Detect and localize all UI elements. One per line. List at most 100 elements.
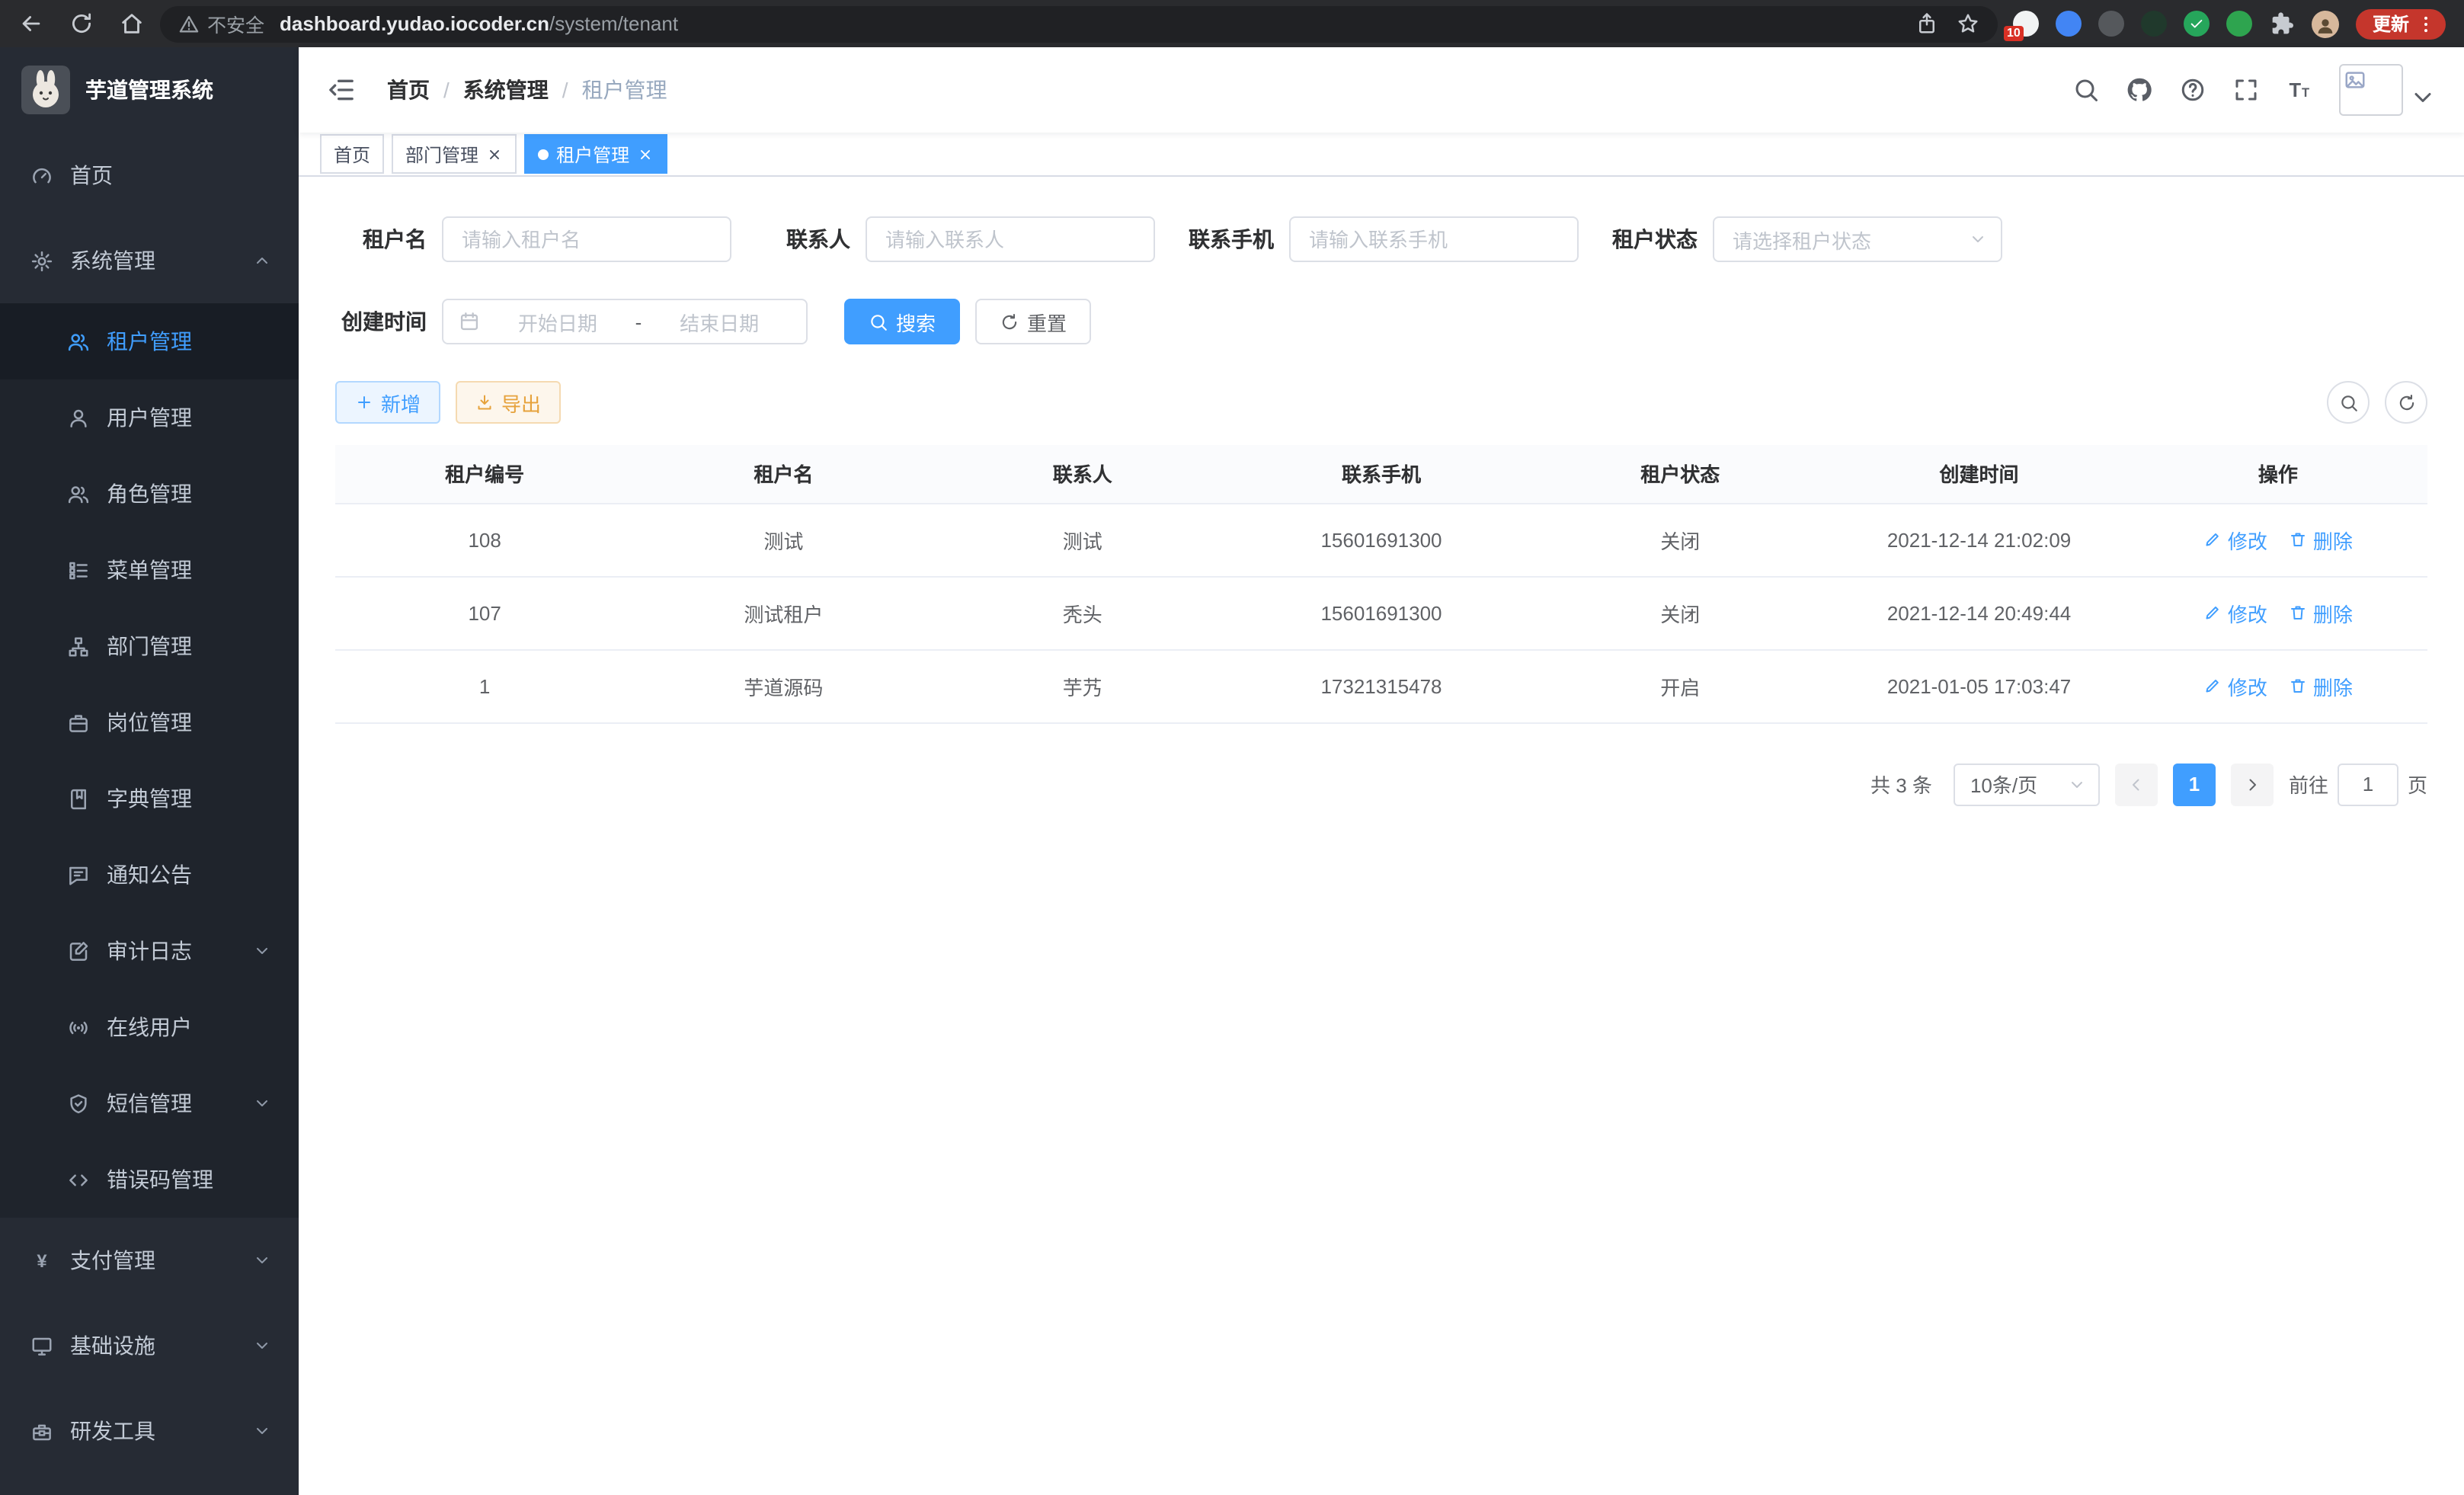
sidebar-item-system[interactable]: 系统管理 xyxy=(0,218,299,303)
github-icon[interactable] xyxy=(2126,76,2153,104)
font-size-icon[interactable]: TT xyxy=(2286,76,2313,104)
tab-close-icon[interactable] xyxy=(486,146,503,162)
delete-link[interactable]: 删除 xyxy=(2289,598,2353,627)
tab-dept[interactable]: 部门管理 xyxy=(392,134,517,174)
sidebar-item-post[interactable]: 岗位管理 xyxy=(0,684,299,760)
next-page-button[interactable] xyxy=(2231,763,2274,805)
help-icon[interactable] xyxy=(2179,76,2206,104)
extension-green-chat[interactable] xyxy=(2226,11,2252,37)
sidebar-item-online-user[interactable]: 在线用户 xyxy=(0,989,299,1065)
sidebar-item-dict[interactable]: 字典管理 xyxy=(0,760,299,837)
extension-green-check[interactable] xyxy=(2184,11,2210,37)
column-header: 租户状态 xyxy=(1531,445,1829,503)
sidebar-item-notice[interactable]: 通知公告 xyxy=(0,837,299,913)
status-label: 租户状态 xyxy=(1606,224,1698,255)
search-icon[interactable] xyxy=(2072,76,2100,104)
sidebar-item-label: 部门管理 xyxy=(107,631,192,661)
column-header: 租户编号 xyxy=(335,445,634,503)
sidebar-item-label: 菜单管理 xyxy=(107,555,192,585)
tenant-table: 租户编号 租户名 联系人 联系手机 租户状态 创建时间 操作 108测试测试15… xyxy=(335,445,2427,723)
address-bar[interactable]: 不安全 dashboard.yudao.iocoder.cn/system/te… xyxy=(160,5,1998,42)
phone-input[interactable] xyxy=(1289,216,1579,262)
extension-dark-globe[interactable] xyxy=(2098,11,2124,37)
table-tools xyxy=(2327,381,2427,424)
delete-link[interactable]: 删除 xyxy=(2289,525,2353,554)
delete-link[interactable]: 删除 xyxy=(2289,671,2353,700)
user-menu[interactable] xyxy=(2339,64,2437,116)
sidebar-item-tenant[interactable]: 租户管理 xyxy=(0,303,299,379)
sidebar-item-pay[interactable]: ¥支付管理 xyxy=(0,1218,299,1303)
download-icon xyxy=(475,393,494,411)
edit-link[interactable]: 修改 xyxy=(2203,525,2267,554)
menu-fold-icon[interactable] xyxy=(326,75,357,105)
tenant-name-input[interactable] xyxy=(442,216,731,262)
briefcase-icon xyxy=(67,711,90,734)
column-header: 联系人 xyxy=(933,445,1232,503)
reset-button[interactable]: 重置 xyxy=(975,299,1091,344)
sidebar-item-label: 错误码管理 xyxy=(107,1164,213,1195)
sidebar-item-sms[interactable]: 短信管理 xyxy=(0,1065,299,1141)
person-icon xyxy=(2315,15,2336,37)
url-host: dashboard.yudao.iocoder.cn xyxy=(280,12,549,35)
prev-page-button[interactable] xyxy=(2115,763,2158,805)
sidebar-item-role[interactable]: 角色管理 xyxy=(0,456,299,532)
home-icon[interactable] xyxy=(119,11,145,37)
sidebar-item-audit-log[interactable]: 审计日志 xyxy=(0,913,299,989)
browser-profile-avatar[interactable] xyxy=(2312,10,2339,37)
contact-input[interactable] xyxy=(866,216,1155,262)
sidebar-item-user[interactable]: 用户管理 xyxy=(0,379,299,456)
security-chip[interactable]: 不安全 xyxy=(178,9,264,38)
extension-blue[interactable] xyxy=(2056,11,2082,37)
bookmark-star-icon[interactable] xyxy=(1957,12,1979,35)
extension-dark-green[interactable] xyxy=(2141,11,2167,37)
filter-tenant-name: 租户名 xyxy=(335,216,731,262)
sidebar-item-label: 短信管理 xyxy=(107,1088,192,1119)
page-1-button[interactable]: 1 xyxy=(2173,763,2216,805)
search-button[interactable]: 搜索 xyxy=(844,299,960,344)
refresh-table-button[interactable] xyxy=(2385,381,2427,424)
back-icon[interactable] xyxy=(18,11,44,37)
filter-row-1: 租户名 联系人 联系手机 租户状态 请选择租户状态 xyxy=(335,216,2427,262)
fullscreen-icon[interactable] xyxy=(2232,76,2260,104)
share-icon[interactable] xyxy=(1915,12,1938,35)
tab-tenant[interactable]: 租户管理 xyxy=(524,134,667,174)
chevron-down-icon xyxy=(2409,84,2437,111)
tab-close-icon[interactable] xyxy=(637,146,654,162)
svg-text:T: T xyxy=(2290,80,2302,101)
edit-link[interactable]: 修改 xyxy=(2203,598,2267,627)
reload-icon[interactable] xyxy=(69,11,94,37)
sidebar-item-home[interactable]: 首页 xyxy=(0,133,299,218)
sidebar-item-infra[interactable]: 基础设施 xyxy=(0,1303,299,1388)
search-icon xyxy=(2338,392,2358,412)
sidebar-item-label: 角色管理 xyxy=(107,479,192,509)
user-avatar xyxy=(2339,64,2403,116)
tab-home[interactable]: 首页 xyxy=(320,134,384,174)
sidebar-item-label: 审计日志 xyxy=(107,936,192,966)
refresh-icon xyxy=(1000,312,1019,331)
edit-link[interactable]: 修改 xyxy=(2203,671,2267,700)
sidebar-item-devtools[interactable]: 研发工具 xyxy=(0,1388,299,1474)
page-size-select[interactable]: 10条/页 xyxy=(1954,763,2100,805)
add-button[interactable]: 新增 xyxy=(335,381,440,424)
reset-button-label: 重置 xyxy=(1027,307,1067,336)
edit-icon xyxy=(2203,603,2222,622)
sidebar-item-menu[interactable]: 菜单管理 xyxy=(0,532,299,608)
sidebar-item-error-code[interactable]: 错误码管理 xyxy=(0,1141,299,1218)
goto-page-input[interactable] xyxy=(2338,763,2398,805)
cell-created: 2021-12-14 20:49:44 xyxy=(1829,576,2128,649)
tenant-status-select[interactable]: 请选择租户状态 xyxy=(1713,216,2002,262)
sidebar-item-dept[interactable]: 部门管理 xyxy=(0,608,299,684)
add-button-label: 新增 xyxy=(381,388,421,417)
export-button[interactable]: 导出 xyxy=(456,381,561,424)
breadcrumb-system[interactable]: 系统管理 xyxy=(463,75,549,105)
breadcrumb-home[interactable]: 首页 xyxy=(387,75,430,105)
extension-light-badge[interactable]: 10 xyxy=(2013,11,2039,37)
create-time-range-picker[interactable]: 开始日期 - 结束日期 xyxy=(442,299,808,344)
filter-create-time: 创建时间 开始日期 - 结束日期 xyxy=(335,299,808,344)
update-button[interactable]: 更新 xyxy=(2356,8,2446,39)
toggle-search-button[interactable] xyxy=(2327,381,2370,424)
sidebar-item-label: 基础设施 xyxy=(70,1330,155,1361)
extensions-puzzle-icon[interactable] xyxy=(2269,11,2295,37)
tenant-name-label: 租户名 xyxy=(335,224,427,255)
dashboard-icon xyxy=(30,164,53,187)
